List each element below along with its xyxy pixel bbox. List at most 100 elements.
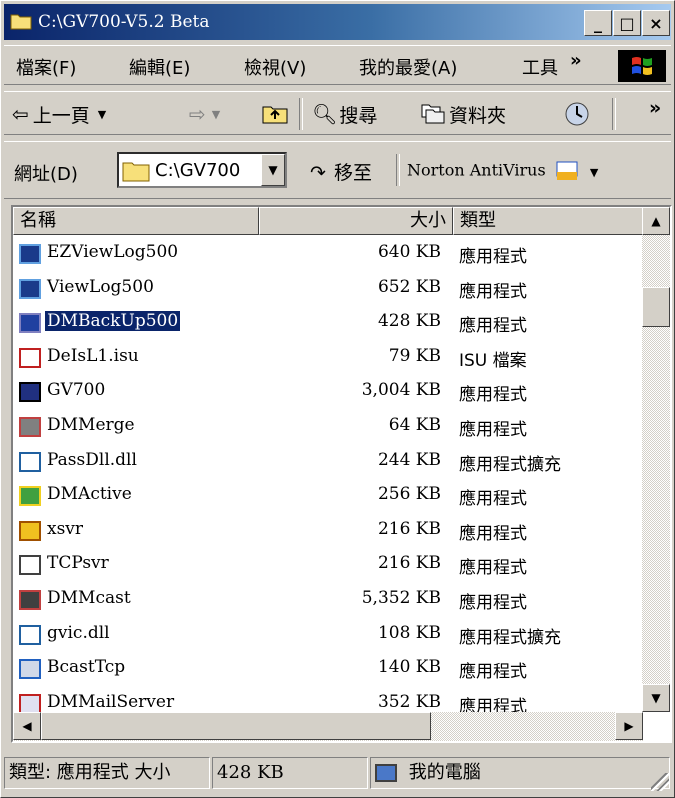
norton-dropdown-icon: ▼ (589, 165, 599, 179)
file-size: 216 KB (377, 553, 441, 574)
file-name: TCPsvr (47, 553, 109, 574)
vertical-scrollbar[interactable]: ▲ ▼ (642, 207, 670, 712)
address-separator (396, 154, 400, 186)
file-row[interactable]: PassDll.dll 244 KB 應用程式擴充 (13, 445, 643, 480)
file-size: 64 KB (388, 414, 441, 435)
address-dropdown-button[interactable]: ▼ (261, 154, 285, 186)
file-size: 652 KB (377, 276, 441, 297)
file-row[interactable]: GV700 3,004 KB 應用程式 (13, 375, 643, 410)
file-row[interactable]: TCPsvr 216 KB 應用程式 (13, 548, 643, 583)
file-name: ViewLog500 (47, 276, 154, 297)
status-location-label: 我的電腦 (408, 762, 481, 783)
up-folder-button[interactable] (262, 100, 288, 128)
menu-bar: 檔案(F) 編輯(E) 檢視(V) 我的最愛(A) 工具 » (4, 45, 671, 85)
file-row[interactable]: DMMerge 64 KB 應用程式 (13, 410, 643, 445)
app-window-icon (19, 278, 41, 299)
norton-icon (556, 161, 578, 180)
scroll-right-button[interactable]: ▶ (615, 712, 643, 740)
search-button[interactable]: 🔍︎ 搜尋 (312, 100, 377, 128)
file-size: 640 KB (377, 242, 441, 262)
file-name: BcastTcp (47, 657, 126, 678)
mcast-app-icon (19, 589, 41, 610)
file-row[interactable]: DeIsL1.isu 79 KB ISU 檔案 (13, 341, 643, 376)
file-type: 應用程式 (459, 247, 527, 267)
file-type: 應用程式擴充 (459, 627, 561, 648)
menu-favorites[interactable]: 我的最愛(A) (359, 54, 457, 80)
file-row[interactable]: DMActive 256 KB 應用程式 (13, 479, 643, 514)
file-type: ISU 檔案 (459, 350, 527, 371)
file-name: DeIsL1.isu (47, 345, 139, 366)
toolbar-overflow-button[interactable]: » (649, 94, 661, 122)
horizontal-scrollbar[interactable]: ◀ ▶ (13, 712, 643, 741)
norton-antivirus-toolbar[interactable]: Norton AntiVirus ▼ (407, 160, 598, 182)
file-row[interactable]: EZViewLog500 640 KB 應用程式 (13, 237, 643, 272)
chevron-down-icon: ▼ (268, 163, 278, 177)
address-combobox[interactable]: C:\GV700 ▼ (117, 152, 287, 188)
minimize-button[interactable]: _ (584, 10, 612, 36)
column-header-name[interactable]: 名稱 (13, 207, 259, 235)
scroll-left-button[interactable]: ◀ (13, 712, 41, 740)
file-type: 應用程式 (459, 385, 527, 406)
vertical-scroll-thumb[interactable] (642, 287, 670, 327)
status-type-info: 類型: 應用程式 大小 (4, 757, 210, 789)
menu-edit[interactable]: 編輯(E) (129, 54, 190, 80)
file-type: 應用程式 (459, 558, 527, 579)
menu-file[interactable]: 檔案(F) (16, 54, 76, 80)
horizontal-scroll-thumb[interactable] (41, 712, 431, 740)
file-row[interactable]: DMMcast 5,352 KB 應用程式 (13, 583, 643, 618)
maximize-button[interactable]: □ (613, 10, 641, 36)
window-title: C:\GV700-V5.2 Beta (38, 12, 210, 32)
file-name: EZViewLog500 (47, 242, 179, 262)
my-computer-icon (375, 764, 397, 782)
search-icon: 🔍︎ (312, 102, 338, 126)
active-app-icon (19, 486, 41, 507)
status-location: 我的電腦 (370, 757, 670, 789)
file-row[interactable]: DMBackUp500 428 KB 應用程式 (13, 306, 643, 341)
file-type: 應用程式擴充 (459, 454, 561, 475)
arrow-up-icon: ▲ (651, 214, 661, 228)
forward-button[interactable]: ⇨ ▼ (189, 100, 220, 128)
backup-app-icon (19, 313, 41, 334)
up-folder-icon (262, 106, 288, 124)
file-size: 244 KB (377, 449, 441, 470)
forward-dropdown-icon: ▼ (211, 107, 221, 121)
address-value: C:\GV700 (155, 160, 241, 181)
file-type: 應用程式 (459, 281, 527, 302)
file-row[interactable]: gvic.dll 108 KB 應用程式擴充 (13, 618, 643, 653)
column-header-size[interactable]: 大小 (259, 207, 453, 235)
go-arrow-icon: ↷ (310, 162, 326, 184)
menu-view[interactable]: 檢視(V) (244, 54, 306, 80)
history-button[interactable] (564, 100, 590, 128)
folder-icon (10, 14, 32, 30)
windows-logo-icon (618, 50, 666, 82)
folders-label: 資料夾 (449, 104, 507, 127)
arrow-down-icon: ▼ (651, 691, 661, 705)
column-header-type[interactable]: 類型 (453, 207, 643, 235)
file-type: 應用程式 (459, 316, 527, 337)
menu-tools[interactable]: 工具 (522, 54, 558, 80)
file-row[interactable]: BcastTcp 140 KB 應用程式 (13, 652, 643, 687)
file-name: xsvr (47, 518, 84, 539)
mail-server-icon (19, 693, 41, 714)
magnifier-app-icon (19, 659, 41, 680)
scroll-down-button[interactable]: ▼ (642, 684, 670, 712)
folders-button[interactable]: 資料夾 (421, 100, 506, 128)
file-row[interactable]: ViewLog500 652 KB 應用程式 (13, 272, 643, 307)
file-rows: EZViewLog500 640 KB 應用程式 ViewLog500 652 KB 應用… (13, 237, 643, 721)
norton-label: Norton AntiVirus (407, 160, 546, 180)
go-button[interactable]: ↷ 移至 (310, 158, 372, 185)
menu-overflow-button[interactable]: » (570, 50, 582, 71)
file-name: DMMerge (47, 414, 135, 435)
folder-icon (122, 162, 150, 182)
scroll-up-button[interactable]: ▲ (642, 207, 670, 235)
back-button[interactable]: ⇦ 上一頁 ▼ (12, 100, 106, 128)
resize-grip[interactable] (651, 773, 669, 791)
forward-arrow-icon: ⇨ (189, 102, 206, 126)
file-row[interactable]: xsvr 216 KB 應用程式 (13, 514, 643, 549)
back-arrow-icon: ⇦ (12, 102, 29, 126)
close-button[interactable]: × (642, 10, 670, 36)
toolbar-separator (612, 98, 616, 130)
title-bar[interactable]: C:\GV700-V5.2 Beta _ □ × (4, 4, 671, 40)
file-name: gvic.dll (47, 622, 110, 643)
app-window-icon (19, 244, 41, 264)
